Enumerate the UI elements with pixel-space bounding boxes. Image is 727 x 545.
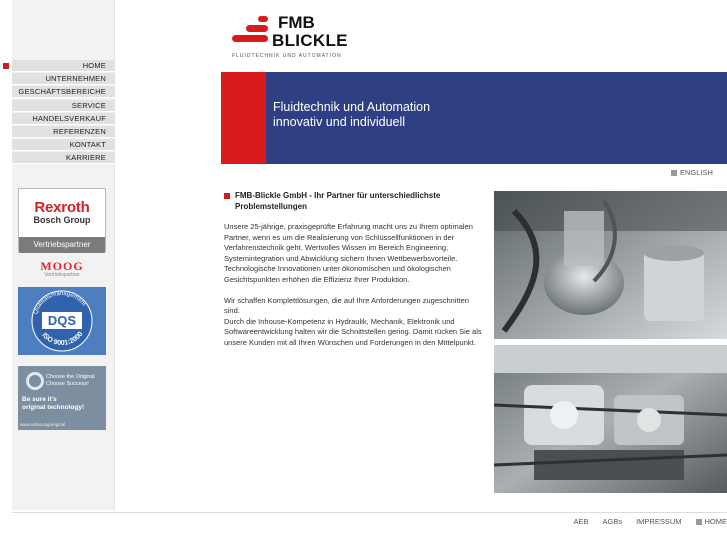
original-circle-icon (26, 372, 44, 390)
logo-tagline: FLUIDTECHNIK UND AUTOMATION (232, 53, 342, 59)
logo-line1: FMB (278, 13, 315, 32)
original-claim: Be sure it's original technology! (22, 396, 85, 411)
rexroth-brand: Rexroth (34, 199, 90, 216)
nav-item-label: HOME (82, 61, 106, 70)
rexroth-logo[interactable]: Rexroth Bosch Group Vertriebspartner (18, 188, 106, 253)
logo-mark-icon (232, 16, 268, 42)
nav-item-label: HANDELSVERKAUF (32, 113, 106, 123)
partner-logos: Rexroth Bosch Group Vertriebspartner MOO… (18, 188, 106, 430)
original-technology-badge[interactable]: Choose the Original Choose Success! Be su… (18, 366, 106, 430)
footer-link-aeb[interactable]: AEB (573, 517, 588, 526)
footer-link-home[interactable]: HOME (695, 517, 727, 526)
rexroth-logo-mark: Rexroth Bosch Group (19, 189, 105, 237)
dqs-center-text: DQS (48, 313, 77, 328)
nav-item-karriere[interactable]: KARRIERE (0, 152, 116, 165)
footer-links: AEB AGBs IMPRESSUM HOME (573, 517, 727, 526)
nav-item-referenzen[interactable]: REFERENZEN (0, 125, 116, 139)
nav-item-service[interactable]: SERVICE (0, 99, 116, 113)
logo-line2: BLICKLE (272, 31, 348, 50)
nav-item-geschaeftsbereiche[interactable]: GESCHÄFTSBEREICHE (0, 86, 116, 99)
nav-item-label: UNTERNEHMEN (45, 74, 106, 84)
nav-item-label: REFERENZEN (53, 126, 106, 136)
content-paragraph-1: Unsere 25-jährige, praxisgeprüfte Erfahr… (224, 222, 473, 284)
headline-marker-icon (224, 193, 230, 199)
rexroth-caption: Vertriebspartner (19, 237, 105, 253)
language-label: ENGLISH (680, 168, 713, 177)
banner-title-line1: Fluidtechnik und Automation (273, 100, 431, 114)
banner-title-line2: innovativ und individuell (273, 115, 406, 129)
banner-accent (221, 72, 266, 164)
page: HOME UNTERNEHMEN GESCHÄFTSBEREICHE SERVI… (0, 0, 727, 545)
footer-link-agbs[interactable]: AGBs (602, 517, 622, 526)
dqs-iso-badge[interactable]: Qualitätsmanagement ISO 9001:2000 DQS (18, 287, 106, 355)
nav-item-unternehmen[interactable]: UNTERNEHMEN (0, 73, 116, 86)
machine-photo-2 (494, 345, 727, 493)
original-url: www.vdma.org/original (20, 422, 66, 427)
main-navigation: HOME UNTERNEHMEN GESCHÄFTSBEREICHE SERVI… (0, 60, 116, 166)
company-logo[interactable]: FMB BLICKLE FLUIDTECHNIK UND AUTOMATION (232, 14, 352, 62)
nav-item-label: KARRIERE (66, 153, 106, 163)
footer-link-impressum[interactable]: IMPRESSUM (636, 517, 681, 526)
banner-title: Fluidtechnik und Automation innovativ un… (273, 100, 430, 130)
nav-item-label: KONTAKT (69, 140, 106, 150)
moog-caption: Vertriebspartner (44, 272, 80, 278)
moog-brand: MOOG (40, 259, 84, 273)
nav-item-handelsverkauf[interactable]: HANDELSVERKAUF (0, 112, 116, 126)
nav-item-label: SERVICE (71, 100, 106, 110)
language-switch-english[interactable]: ENGLISH (671, 168, 713, 177)
square-bullet-icon (671, 169, 677, 176)
headline-text: FMB-Blickle GmbH - Ihr Partner für unter… (235, 191, 441, 211)
moog-logo[interactable]: MOOG Vertriebspartner (18, 258, 106, 280)
footer: AEB AGBs IMPRESSUM HOME (0, 512, 727, 545)
active-marker-icon (3, 63, 9, 69)
content-paragraph-2: Wir schaffen Komplettlösungen, die auf I… (224, 295, 482, 347)
square-bullet-icon (695, 518, 702, 525)
machine-photo-1 (494, 191, 727, 339)
rexroth-group: Bosch Group (33, 215, 91, 225)
nav-item-label: GESCHÄFTSBEREICHE (18, 87, 106, 97)
nav-item-kontakt[interactable]: KONTAKT (0, 139, 116, 152)
nav-item-home[interactable]: HOME (0, 60, 116, 73)
main-content: FMB-Blickle GmbH - Ihr Partner für unter… (224, 190, 486, 349)
content-headline: FMB-Blickle GmbH - Ihr Partner für unter… (224, 190, 486, 212)
original-slogan: Choose the Original Choose Success! (46, 374, 95, 387)
hero-banner: Fluidtechnik und Automation innovativ un… (221, 72, 727, 164)
footer-divider (12, 512, 727, 513)
